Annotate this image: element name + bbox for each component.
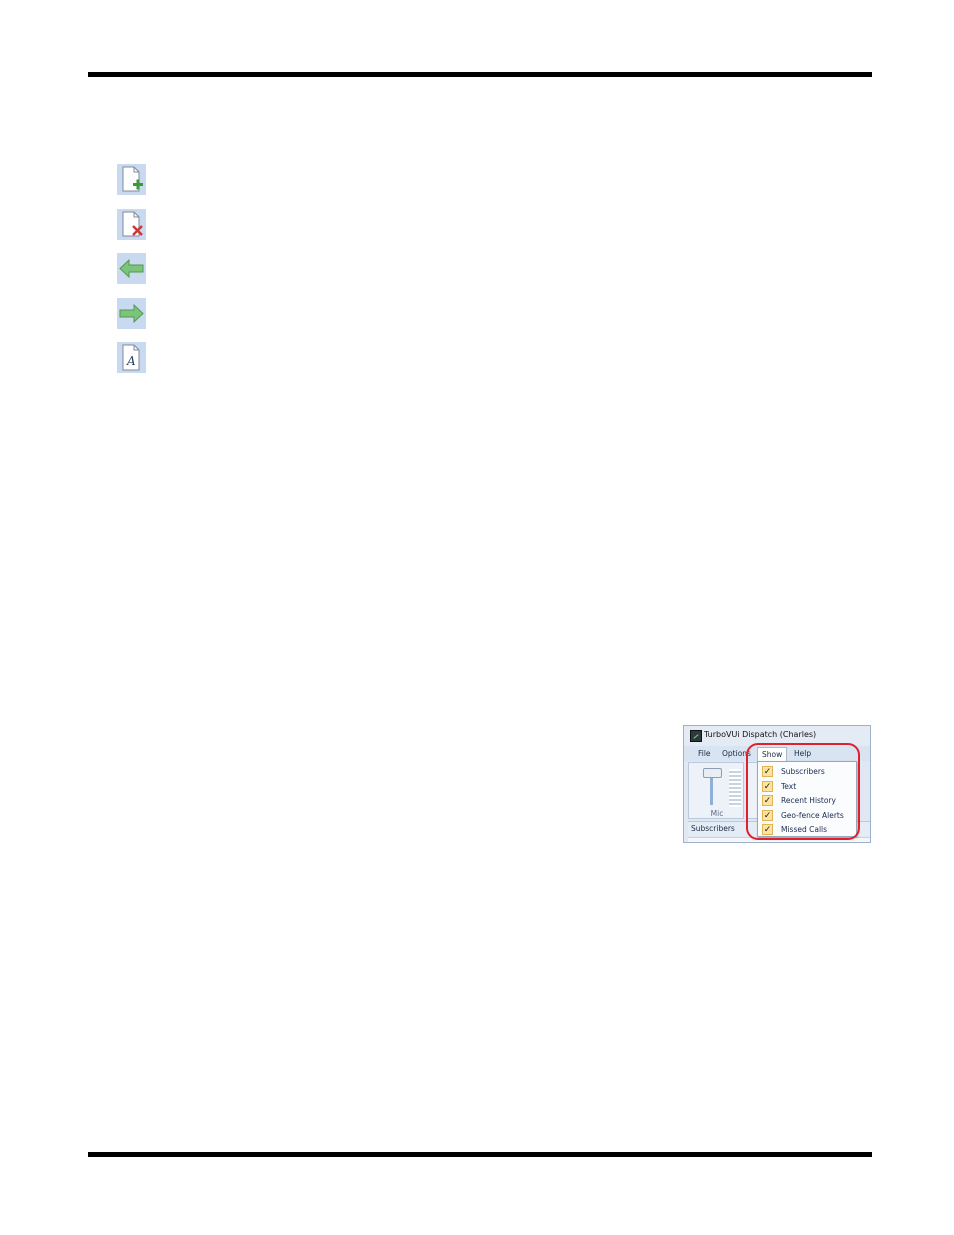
header-rule — [88, 72, 872, 77]
text-document-icon: A — [117, 342, 146, 373]
delete-document-icon — [117, 209, 146, 240]
mic-slider-thumb[interactable] — [703, 768, 722, 778]
back-arrow-icon — [117, 253, 146, 284]
svg-text:A: A — [126, 354, 136, 368]
menu-file[interactable]: File — [698, 749, 711, 758]
tab-subscribers[interactable]: Subscribers — [691, 824, 735, 833]
app-logo-icon — [690, 730, 702, 742]
forward-arrow-icon — [117, 298, 146, 329]
window-title: TurboVUi Dispatch (Charles) — [704, 730, 817, 739]
mic-level-meter — [729, 769, 741, 807]
mic-label: Mic — [710, 809, 724, 818]
red-highlight-outline — [746, 743, 860, 840]
mic-panel: Mic — [688, 762, 744, 819]
footer-rule — [88, 1152, 872, 1157]
add-document-icon — [117, 164, 146, 195]
